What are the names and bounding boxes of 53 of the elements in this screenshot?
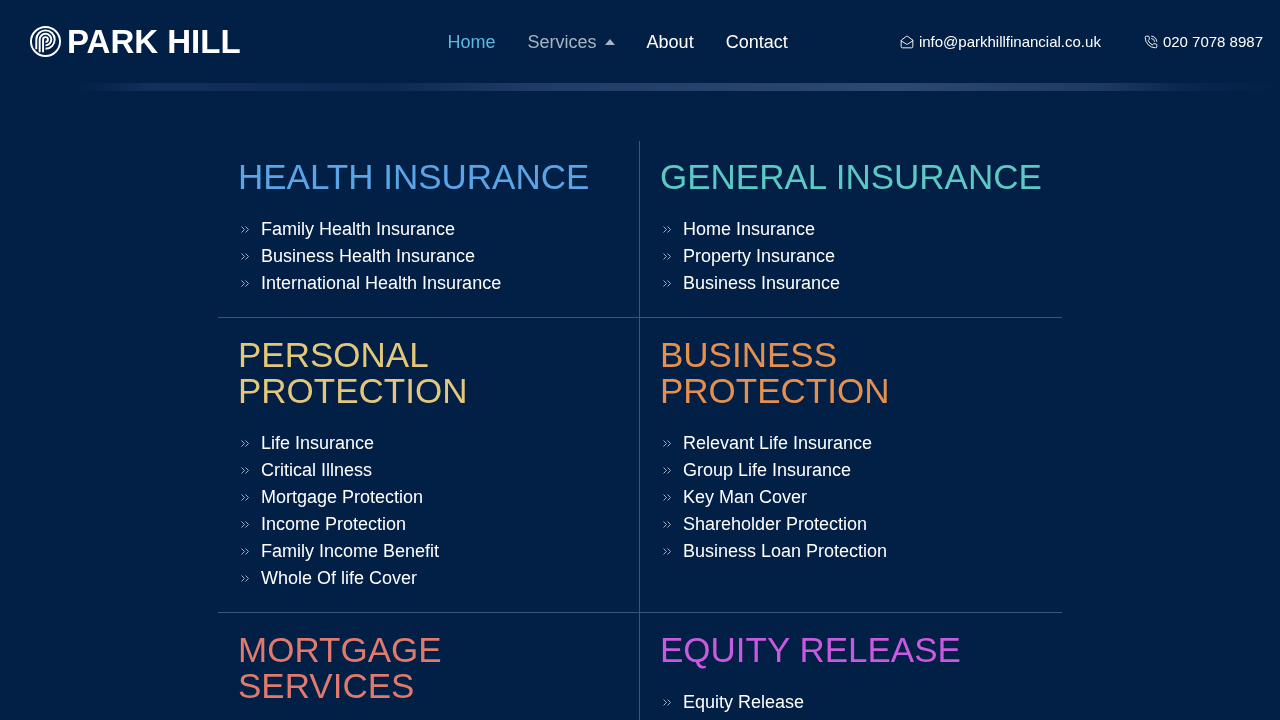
double-chevron-icon: [663, 521, 671, 528]
service-link[interactable]: Whole Of life Cover: [261, 565, 418, 592]
service-link[interactable]: Group Life Insurance: [683, 457, 852, 484]
section-heading: BUSINESS PROTECTION: [660, 337, 891, 409]
phone-icon: [1143, 34, 1158, 49]
nav-link[interactable]: About: [646, 29, 694, 54]
nav-link[interactable]: Contact: [725, 29, 788, 54]
service-link[interactable]: Relevant Life Insurance: [683, 430, 873, 457]
service-link[interactable]: Life Insurance: [261, 430, 375, 457]
service-link[interactable]: Key Man Cover: [683, 484, 808, 511]
email-link[interactable]: info@parkhillfinancial.co.uk: [899, 31, 1101, 52]
double-chevron-icon: [663, 494, 671, 501]
phone-link[interactable]: 020 7078 8987: [1143, 31, 1263, 52]
service-link[interactable]: Shareholder Protection: [683, 511, 868, 538]
section-heading: PERSONAL PROTECTION: [238, 337, 469, 409]
site-logo[interactable]: PARK HILL: [30, 23, 241, 60]
section-heading: MORTGAGE SERVICES: [238, 632, 443, 704]
service-link[interactable]: Home Insurance: [683, 216, 816, 243]
logo-icon: [30, 26, 61, 57]
service-link[interactable]: Critical Illness: [261, 457, 373, 484]
double-chevron-icon: [241, 280, 249, 287]
double-chevron-icon: [241, 494, 249, 501]
section-heading: EQUITY RELEASE: [660, 632, 962, 668]
service-link[interactable]: Family Health Insurance: [261, 216, 456, 243]
service-link[interactable]: Business Insurance: [683, 270, 841, 297]
service-link[interactable]: Equity Release: [683, 689, 805, 716]
nav-link[interactable]: Home: [447, 29, 496, 54]
double-chevron-icon: [663, 280, 671, 287]
service-link[interactable]: Business Loan Protection: [683, 538, 888, 565]
double-chevron-icon: [663, 467, 671, 474]
service-link[interactable]: Family Income Benefit: [261, 538, 440, 565]
double-chevron-icon: [241, 467, 249, 474]
double-chevron-icon: [241, 226, 249, 233]
service-link[interactable]: Mortgage Protection: [261, 484, 424, 511]
section-heading: GENERAL INSURANCE: [660, 159, 1043, 195]
double-chevron-icon: [663, 226, 671, 233]
double-chevron-icon: [663, 440, 671, 447]
service-link[interactable]: Income Protection: [261, 511, 407, 538]
service-link[interactable]: International Health Insurance: [261, 270, 502, 297]
double-chevron-icon: [241, 575, 249, 582]
double-chevron-icon: [241, 521, 249, 528]
section-heading: HEALTH INSURANCE: [238, 159, 591, 195]
double-chevron-icon: [663, 253, 671, 260]
double-chevron-icon: [241, 548, 249, 555]
service-link[interactable]: Property Insurance: [683, 243, 836, 270]
double-chevron-icon: [241, 253, 249, 260]
double-chevron-icon: [663, 699, 671, 706]
double-chevron-icon: [241, 440, 249, 447]
envelope-icon: [899, 34, 914, 49]
service-link[interactable]: Business Health Insurance: [261, 243, 476, 270]
double-chevron-icon: [663, 548, 671, 555]
nav-link[interactable]: Services: [527, 29, 615, 54]
caret-up-icon: [604, 38, 615, 45]
